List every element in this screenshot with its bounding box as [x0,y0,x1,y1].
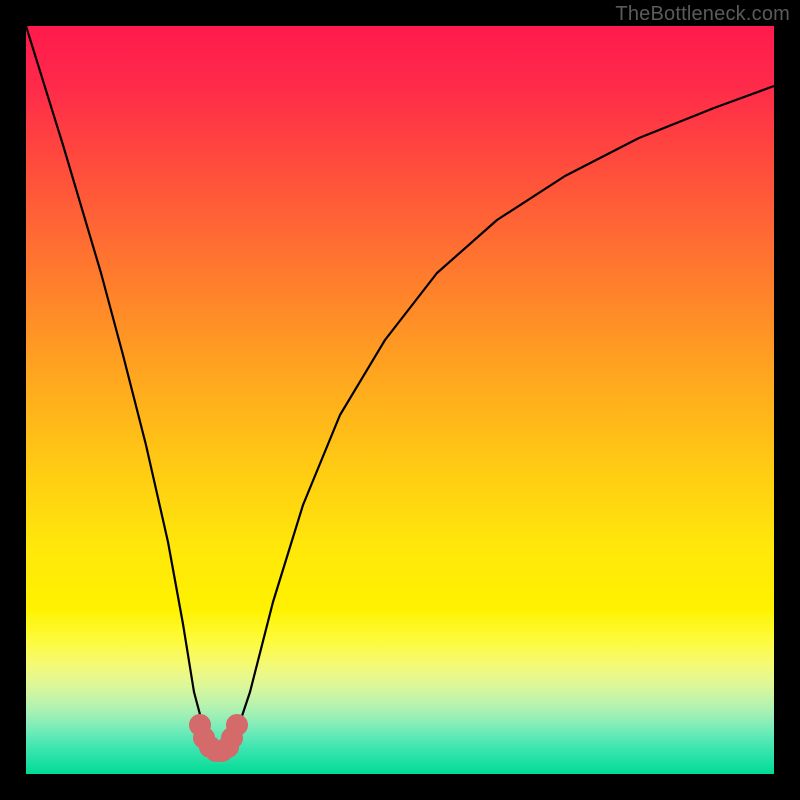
plot-area [26,26,774,774]
chart-container: TheBottleneck.com [0,0,800,800]
bottleneck-curve [26,26,774,759]
watermark-text: TheBottleneck.com [615,3,790,26]
curve-layer [26,26,774,774]
marker-segment [194,719,243,757]
